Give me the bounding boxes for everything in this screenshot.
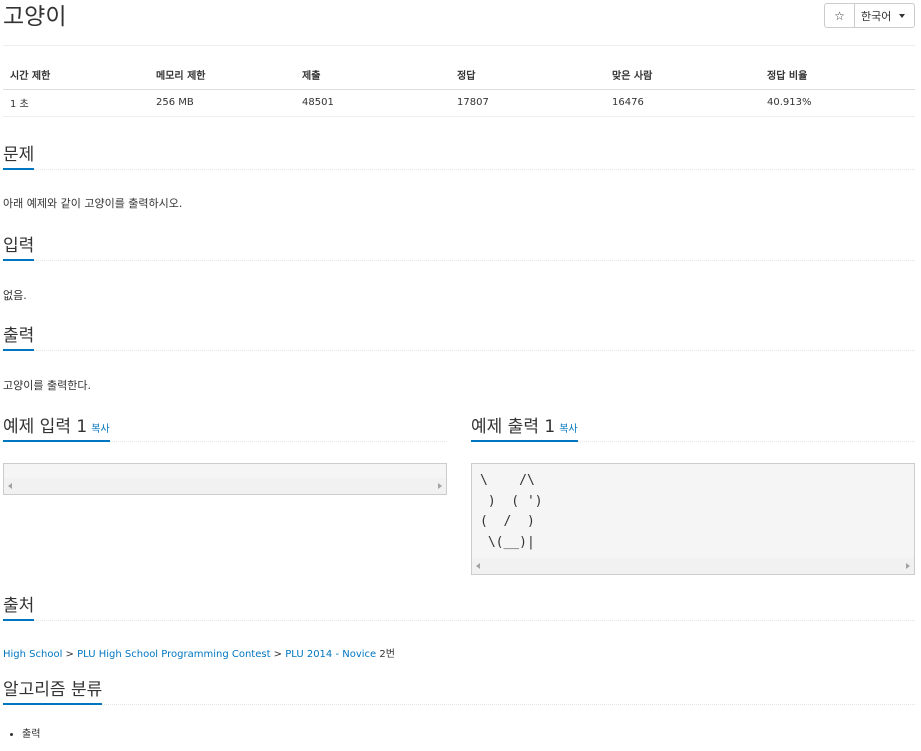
sample-output-header: 예제 출력 1 복사 [471, 414, 915, 442]
toolbar: ☆ 한국어 [824, 3, 915, 28]
source-link-round[interactable]: PLU 2014 - Novice [285, 649, 376, 660]
algorithm-list: 출력 [3, 725, 40, 740]
description-text: 아래 예제와 같이 고양이를 출력하시오. [3, 197, 183, 210]
info-header: 정답 [450, 60, 605, 90]
info-header: 시간 제한 [3, 60, 149, 90]
sample-output-content: \ /\ ) ( ') ( / ) \(__)| [480, 473, 543, 550]
copy-sample-output-link[interactable]: 복사 [559, 424, 577, 435]
info-header: 메모리 제한 [149, 60, 295, 90]
problem-info-table: 시간 제한 메모리 제한 제출 정답 맞은 사람 정답 비율 1 초 256 M… [3, 60, 915, 117]
page-title: 고양이 [3, 4, 67, 30]
accept-ratio: 40.913% [760, 89, 915, 117]
source-link-contest[interactable]: PLU High School Programming Contest [77, 649, 270, 660]
input-title: 입력 [3, 233, 35, 261]
output-header: 출력 [3, 323, 915, 351]
sample-output-scrollbar[interactable] [472, 558, 914, 574]
language-dropdown[interactable]: 한국어 [854, 3, 915, 28]
input-text: 없음. [3, 289, 27, 302]
sample-output-box[interactable]: \ /\ ) ( ') ( / ) \(__)| [471, 463, 915, 575]
list-item[interactable]: 출력 [22, 725, 40, 740]
output-title: 출력 [3, 323, 35, 351]
copy-sample-input-link[interactable]: 복사 [91, 424, 109, 435]
breadcrumb-separator: > [62, 649, 78, 660]
source-suffix: 2번 [379, 649, 395, 660]
scroll-right-icon[interactable] [906, 563, 910, 569]
source-header: 출처 [3, 593, 915, 621]
breadcrumb-separator: > [270, 649, 286, 660]
description-header: 문제 [3, 142, 915, 170]
sample-output-title: 예제 출력 1 복사 [471, 414, 578, 442]
scroll-left-icon[interactable] [476, 563, 480, 569]
info-header: 정답 비율 [760, 60, 915, 90]
star-icon: ☆ [834, 8, 845, 23]
algorithm-title: 알고리즘 분류 [3, 677, 103, 705]
algorithm-header: 알고리즘 분류 [3, 677, 915, 705]
scroll-left-icon[interactable] [8, 483, 12, 489]
input-header: 입력 [3, 233, 915, 261]
caret-down-icon [899, 13, 906, 18]
info-header: 맞은 사람 [605, 60, 760, 90]
submissions: 48501 [295, 89, 450, 117]
accepted: 17807 [450, 89, 605, 117]
sample-input-box[interactable] [3, 463, 447, 495]
sample-input-title: 예제 입력 1 복사 [3, 414, 110, 442]
sample-input-title-text: 예제 입력 1 [3, 417, 88, 437]
source-title: 출처 [3, 593, 35, 621]
title-divider [3, 45, 915, 46]
sample-input-content [4, 464, 446, 471]
language-label: 한국어 [861, 9, 892, 23]
sample-input-scrollbar[interactable] [4, 478, 446, 494]
info-row: 1 초 256 MB 48501 17807 16476 40.913% [3, 89, 915, 117]
source-breadcrumb: High School > PLU High School Programmin… [3, 645, 395, 660]
memory-limit: 256 MB [149, 89, 295, 117]
solvers: 16476 [605, 89, 760, 117]
scroll-right-icon[interactable] [438, 483, 442, 489]
time-limit: 1 초 [3, 89, 149, 117]
output-text: 고양이를 출력한다. [3, 379, 91, 392]
source-link-high-school[interactable]: High School [3, 649, 62, 660]
info-header-row: 시간 제한 메모리 제한 제출 정답 맞은 사람 정답 비율 [3, 60, 915, 90]
info-header: 제출 [295, 60, 450, 90]
star-button[interactable]: ☆ [824, 3, 855, 28]
sample-input-header: 예제 입력 1 복사 [3, 414, 447, 442]
description-title: 문제 [3, 142, 35, 170]
sample-output-title-text: 예제 출력 1 [471, 417, 556, 437]
